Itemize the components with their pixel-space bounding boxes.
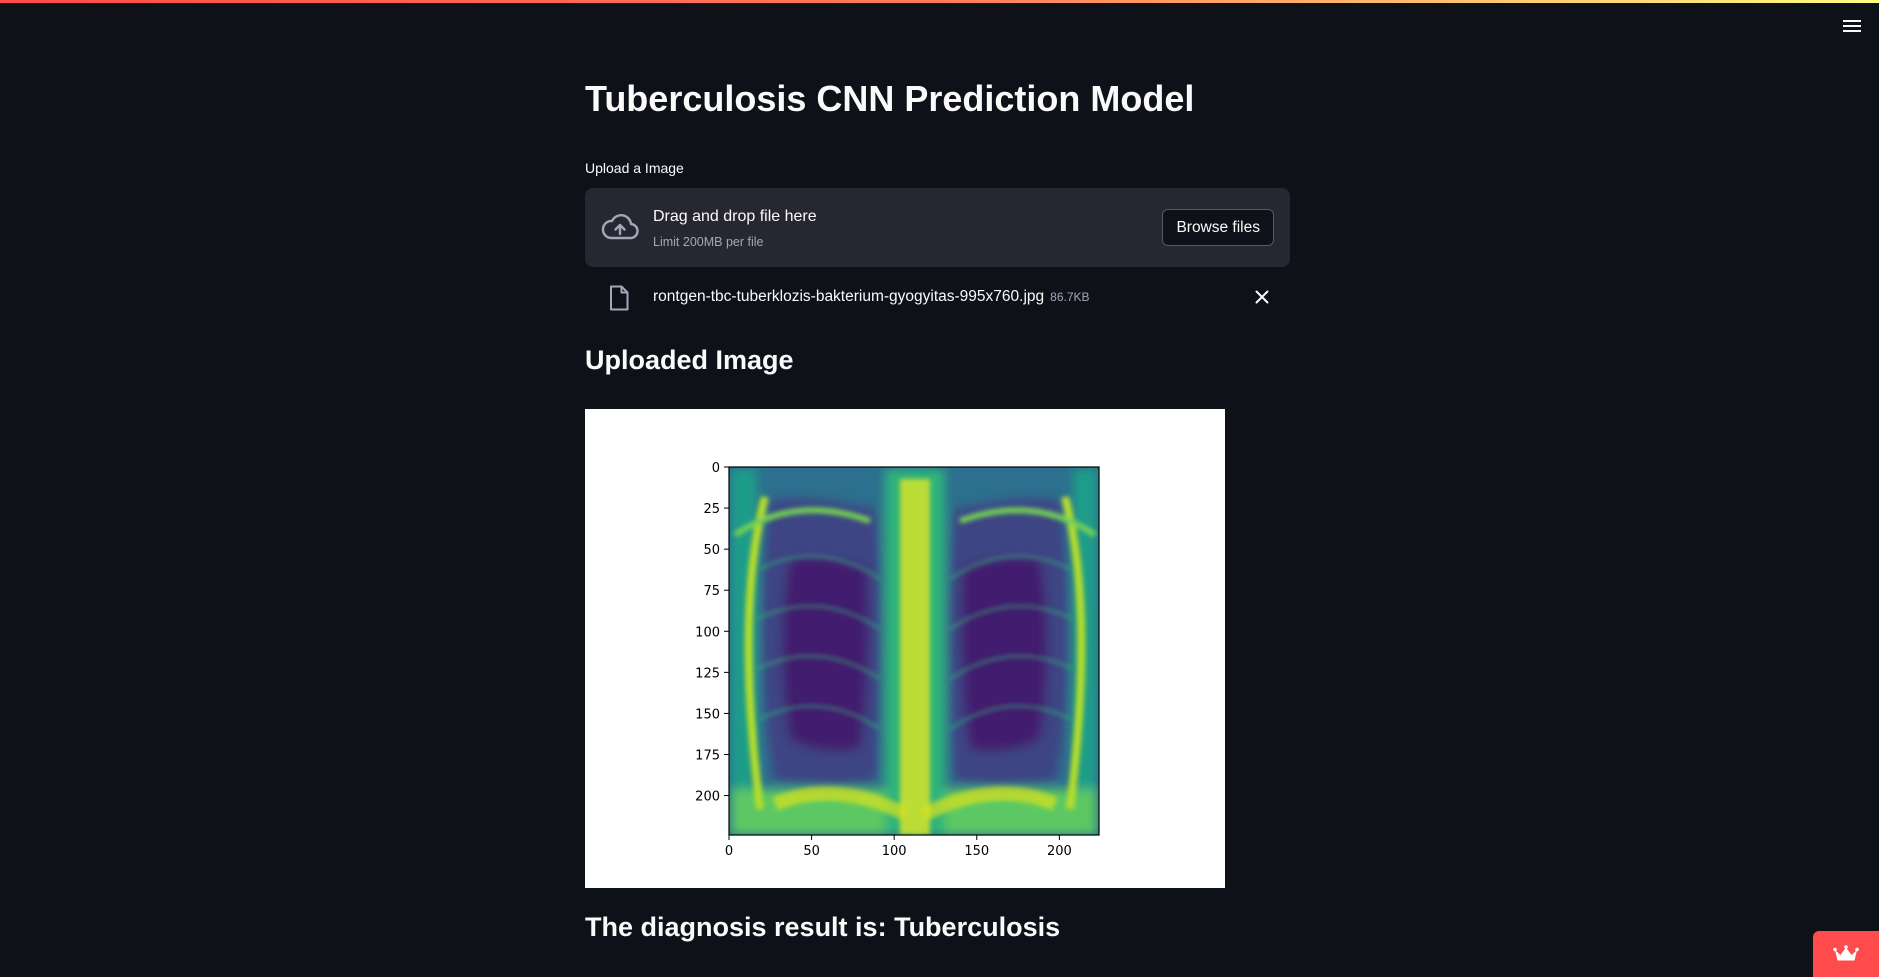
xray-plot-svg: 0 50 100 150 200 0 25 50 75 100 125 150 175 200 bbox=[695, 461, 1100, 859]
x-tick-label: 50 bbox=[803, 844, 820, 859]
uploaded-file-size: 86.7KB bbox=[1050, 290, 1090, 304]
dropzone-limit: Limit 200MB per file bbox=[653, 235, 764, 249]
dropzone-title: Drag and drop file here bbox=[653, 208, 817, 225]
x-axis: 0 50 100 150 200 bbox=[725, 835, 1072, 859]
crown-icon bbox=[1833, 945, 1859, 961]
diagnosis-result-value: Tuberculosis bbox=[894, 912, 1061, 942]
y-tick-label: 0 bbox=[712, 461, 720, 476]
hamburger-menu-icon bbox=[1843, 20, 1861, 32]
file-icon bbox=[609, 285, 629, 316]
x-tick-label: 150 bbox=[964, 844, 989, 859]
y-tick-label: 175 bbox=[695, 749, 720, 764]
upload-label: Upload a Image bbox=[585, 160, 684, 176]
y-tick-label: 200 bbox=[695, 790, 720, 805]
y-axis: 0 25 50 75 100 125 150 175 200 bbox=[695, 461, 729, 805]
browse-files-button[interactable]: Browse files bbox=[1162, 209, 1274, 246]
y-tick-label: 75 bbox=[703, 584, 720, 599]
uploaded-file-row: rontgen-tbc-tuberklozis-bakterium-gyogyi… bbox=[585, 280, 1290, 316]
y-tick-label: 150 bbox=[695, 707, 720, 722]
y-tick-label: 25 bbox=[703, 502, 720, 517]
close-icon bbox=[1255, 290, 1269, 304]
x-tick-label: 100 bbox=[882, 844, 907, 859]
remove-file-button[interactable] bbox=[1250, 285, 1274, 309]
main-menu-button[interactable] bbox=[1839, 14, 1865, 38]
xray-plot: 0 50 100 150 200 0 25 50 75 100 125 150 175 200 bbox=[585, 409, 1225, 888]
y-tick-label: 100 bbox=[695, 625, 720, 640]
uploaded-image-heading: Uploaded Image bbox=[585, 345, 794, 375]
page-title: Tuberculosis CNN Prediction Model bbox=[585, 78, 1195, 119]
y-tick-label: 125 bbox=[695, 666, 720, 681]
top-decoration-bar bbox=[0, 0, 1879, 3]
x-tick-label: 0 bbox=[725, 844, 733, 859]
y-tick-label: 50 bbox=[703, 543, 720, 558]
diagnosis-result: The diagnosis result is: Tuberculosis bbox=[585, 912, 1060, 943]
uploaded-file-name: rontgen-tbc-tuberklozis-bakterium-gyogyi… bbox=[653, 288, 1045, 305]
uploaded-file-info: rontgen-tbc-tuberklozis-bakterium-gyogyi… bbox=[653, 288, 1090, 306]
diagnosis-result-prefix: The diagnosis result is: bbox=[585, 912, 895, 942]
deploy-button[interactable] bbox=[1813, 931, 1879, 977]
cloud-upload-icon bbox=[601, 212, 639, 247]
xray-image bbox=[729, 467, 1099, 835]
file-dropzone[interactable]: Drag and drop file here Limit 200MB per … bbox=[585, 188, 1290, 267]
x-tick-label: 200 bbox=[1047, 844, 1072, 859]
